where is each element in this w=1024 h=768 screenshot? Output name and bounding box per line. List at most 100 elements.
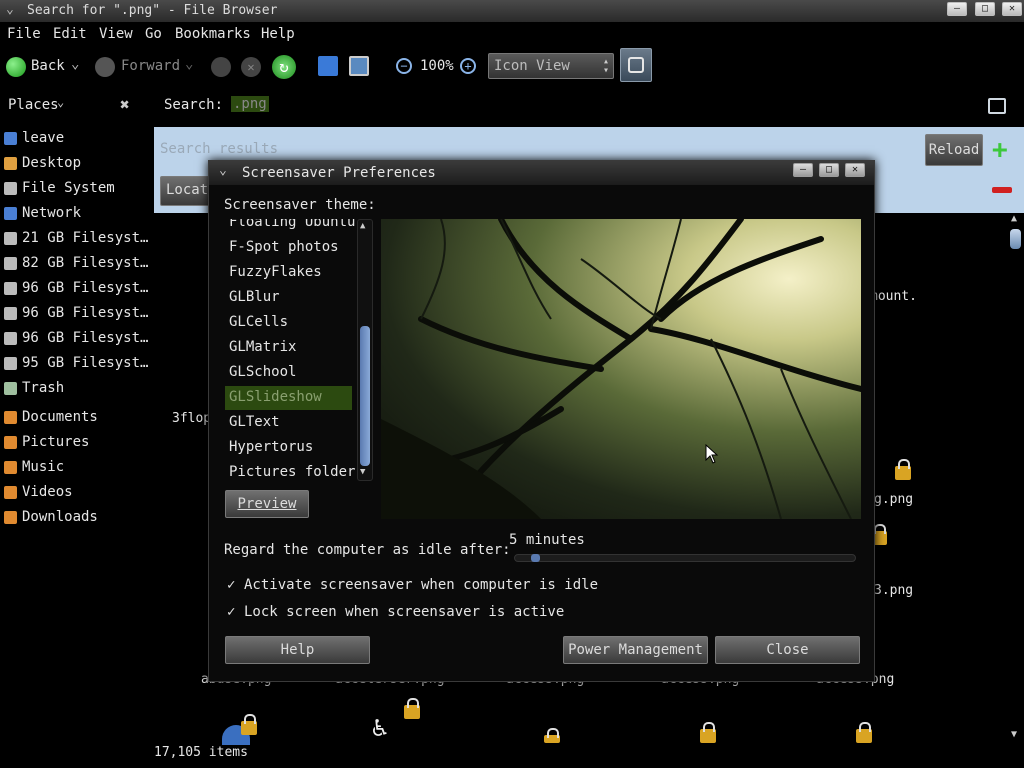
- search-query[interactable]: .png: [231, 96, 269, 112]
- power-management-button[interactable]: Power Management: [563, 636, 708, 664]
- menu-file[interactable]: File: [7, 26, 41, 42]
- theme-item[interactable]: GLText: [229, 411, 355, 435]
- reload-icon[interactable]: ↻: [272, 55, 296, 79]
- sidebar-item[interactable]: Desktop: [0, 153, 150, 175]
- forward-history-chevron-icon[interactable]: ⌄: [185, 56, 193, 72]
- theme-item[interactable]: Floating Ubuntu: [229, 219, 355, 235]
- close-button[interactable]: Close: [715, 636, 860, 664]
- back-history-chevron-icon[interactable]: ⌄: [71, 56, 79, 72]
- theme-item-label: Pictures folder: [229, 464, 356, 480]
- sidebar-item[interactable]: 82 GB Filesyst…: [0, 253, 150, 275]
- minimize-button[interactable]: –: [947, 2, 967, 16]
- dialog-minimize-button[interactable]: –: [793, 163, 813, 177]
- sidebar-item-label: File System: [22, 180, 115, 196]
- close-window-button[interactable]: ✕: [1002, 2, 1022, 16]
- idle-slider[interactable]: [514, 554, 856, 562]
- places-dropdown[interactable]: Places: [8, 97, 59, 113]
- scroll-up-icon[interactable]: ▲: [360, 221, 365, 231]
- search-results-field[interactable]: Search results: [160, 141, 278, 157]
- sidebar-item-label: leave: [22, 130, 65, 146]
- maximize-button[interactable]: □: [975, 2, 995, 16]
- sidebar-item-label: 95 GB Filesyst…: [22, 355, 149, 371]
- menu-bar: File Edit View Go Bookmarks Help: [0, 22, 1024, 46]
- sidebar-item[interactable]: 96 GB Filesyst…: [0, 328, 150, 350]
- add-criteria-icon[interactable]: +: [992, 135, 1008, 165]
- lock-icon: [700, 722, 716, 743]
- file-name[interactable]: g.png: [874, 492, 913, 507]
- mouse-cursor-icon: [705, 444, 719, 464]
- close-sidebar-icon[interactable]: ✖: [120, 95, 130, 114]
- sidebar-item[interactable]: Network: [0, 203, 150, 225]
- preview-button[interactable]: Preview: [225, 490, 309, 518]
- sidebar-item[interactable]: 95 GB Filesyst…: [0, 353, 150, 375]
- chevron-down-icon[interactable]: ⌄: [57, 95, 64, 109]
- lock-label[interactable]: Lock screen when screensaver is active: [244, 604, 564, 620]
- search-options-icon[interactable]: [988, 98, 1006, 114]
- sidebar-item[interactable]: 96 GB Filesyst…: [0, 278, 150, 300]
- lock-checkbox[interactable]: ✓: [227, 604, 235, 620]
- sidebar-item[interactable]: 21 GB Filesyst…: [0, 228, 150, 250]
- sidebar-item[interactable]: Pictures: [0, 432, 150, 454]
- activate-checkbox[interactable]: ✓: [227, 577, 235, 593]
- forward-button[interactable]: Forward: [121, 58, 180, 74]
- menu-help[interactable]: Help: [261, 26, 295, 42]
- home-folder-icon[interactable]: [318, 56, 338, 76]
- theme-item[interactable]: GLCells: [229, 311, 355, 335]
- computer-icon[interactable]: [349, 56, 369, 76]
- theme-item[interactable]: Pictures folder: [229, 461, 355, 481]
- idle-slider-thumb[interactable]: [530, 554, 540, 562]
- theme-item[interactable]: GLSlideshow: [225, 386, 352, 410]
- stop-icon[interactable]: ✕: [241, 57, 261, 77]
- search-toggle-button[interactable]: [620, 48, 652, 82]
- scroll-down-icon[interactable]: ▼: [360, 467, 365, 477]
- sidebar-item-label: Videos: [22, 484, 73, 500]
- theme-item-label: GLMatrix: [229, 339, 297, 355]
- remove-criteria-icon[interactable]: [992, 187, 1012, 193]
- dialog-menu-chevron-icon[interactable]: ⌄: [219, 163, 227, 178]
- window-titlebar[interactable]: ⌄ Search for ".png" - File Browser – □ ✕: [0, 0, 1024, 22]
- zoom-in-icon[interactable]: +: [460, 58, 476, 74]
- menu-go[interactable]: Go: [145, 26, 162, 42]
- back-arrow-icon[interactable]: [6, 57, 26, 77]
- activate-label[interactable]: Activate screensaver when computer is id…: [244, 577, 598, 593]
- scroll-up-icon[interactable]: ▲: [1011, 213, 1017, 224]
- menu-view[interactable]: View: [99, 26, 133, 42]
- checkmark-icon: ✓: [227, 604, 236, 620]
- sidebar-item[interactable]: leave: [0, 128, 150, 150]
- sidebar-item[interactable]: 96 GB Filesyst…: [0, 303, 150, 325]
- reload-button[interactable]: Reload: [925, 134, 983, 166]
- sidebar-item[interactable]: Music: [0, 457, 150, 479]
- scrollbar-thumb[interactable]: [1010, 229, 1021, 249]
- forward-arrow-icon[interactable]: [95, 57, 115, 77]
- theme-item[interactable]: GLMatrix: [229, 336, 355, 360]
- file-grid-scrollbar[interactable]: ▲ ▼: [1008, 213, 1024, 743]
- menu-bookmarks[interactable]: Bookmarks: [175, 26, 251, 42]
- theme-item[interactable]: Hypertorus: [229, 436, 355, 460]
- theme-item[interactable]: FuzzyFlakes: [229, 261, 355, 285]
- up-icon[interactable]: [211, 57, 231, 77]
- dialog-titlebar[interactable]: ⌄ Screensaver Preferences – □ ✕: [209, 161, 874, 185]
- window-menu-chevron-icon[interactable]: ⌄: [6, 2, 14, 17]
- theme-item[interactable]: GLBlur: [229, 286, 355, 310]
- help-button[interactable]: Help: [225, 636, 370, 664]
- sidebar-item[interactable]: Documents: [0, 407, 150, 429]
- scrollbar-thumb[interactable]: [360, 326, 370, 466]
- scroll-down-icon[interactable]: ▼: [1011, 729, 1017, 740]
- sidebar-item[interactable]: Downloads: [0, 507, 150, 529]
- theme-list[interactable]: Floating Ubuntu F-Spot photos FuzzyFlakes G…: [209, 219, 374, 481]
- sidebar-item[interactable]: Videos: [0, 482, 150, 504]
- file-name[interactable]: 3.png: [874, 583, 913, 598]
- zoom-out-icon[interactable]: −: [396, 58, 412, 74]
- back-button[interactable]: Back: [31, 58, 65, 74]
- file-name[interactable]: 3flop: [172, 411, 211, 426]
- theme-list-scrollbar[interactable]: ▲ ▼: [357, 219, 373, 481]
- sidebar-item[interactable]: File System: [0, 178, 150, 200]
- file-name[interactable]: mount.: [870, 289, 917, 304]
- dialog-close-icon[interactable]: ✕: [845, 163, 865, 177]
- sidebar-item[interactable]: Trash: [0, 378, 150, 400]
- theme-item[interactable]: F-Spot photos: [229, 236, 355, 260]
- view-mode-select[interactable]: Icon View ▴ ▾: [488, 53, 614, 79]
- dialog-maximize-button[interactable]: □: [819, 163, 839, 177]
- theme-item[interactable]: GLSchool: [229, 361, 355, 385]
- menu-edit[interactable]: Edit: [53, 26, 87, 42]
